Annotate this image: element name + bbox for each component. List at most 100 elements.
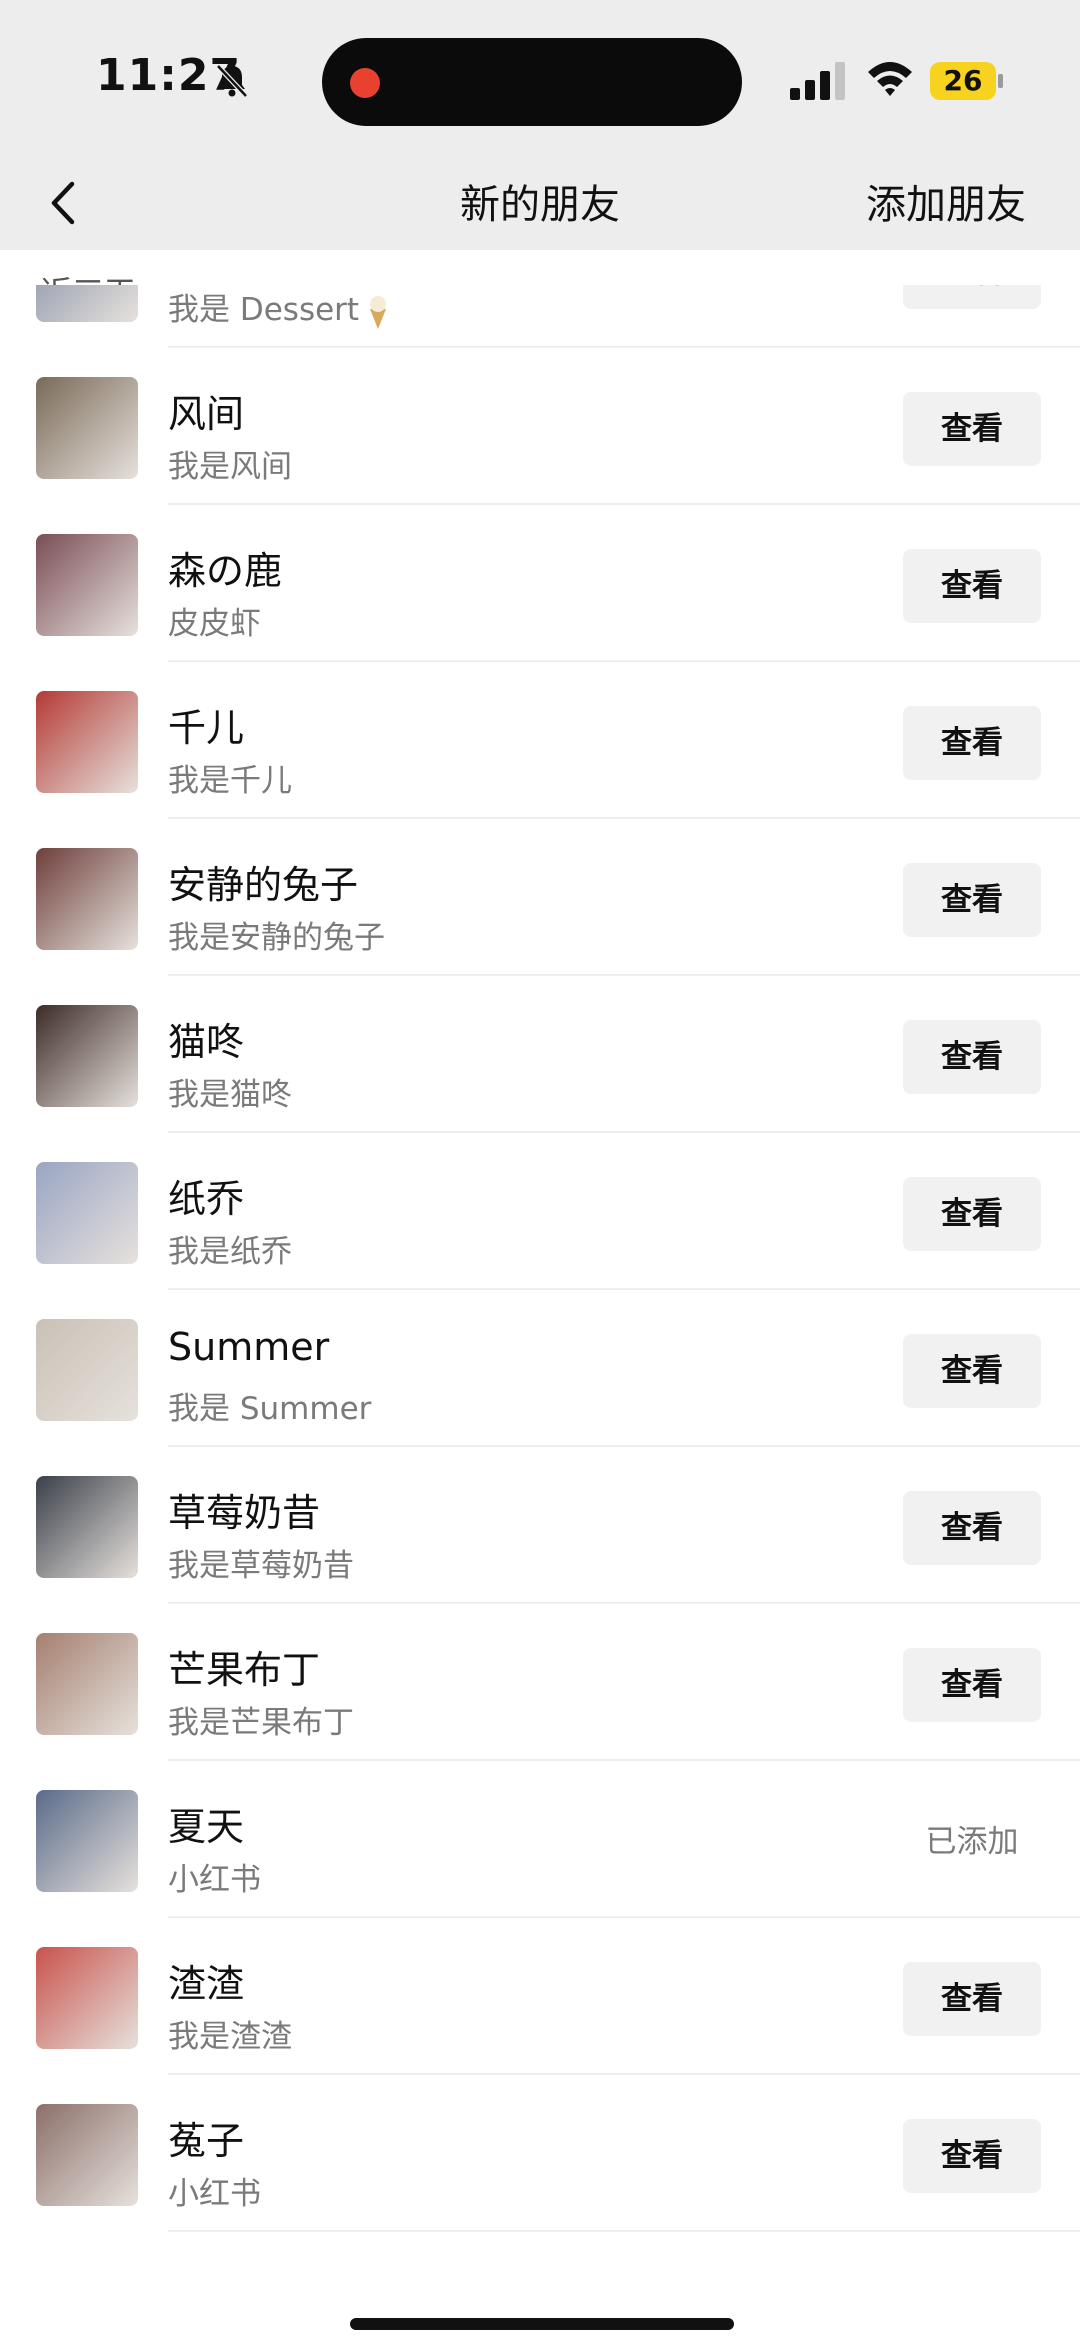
friend-name: 千儿 bbox=[168, 697, 244, 752]
list-item[interactable]: 菟子小红书 查看 bbox=[0, 2075, 1080, 2232]
dynamic-island bbox=[322, 38, 742, 126]
battery-level: 26 bbox=[930, 62, 996, 100]
friend-name-text: 草莓奶昔 bbox=[168, 1491, 321, 1535]
friend-subtitle: 我是芒果布丁 bbox=[168, 1697, 354, 1742]
friend-subtitle-text: 我是 Dessert bbox=[168, 292, 360, 328]
view-button[interactable]: 查看 bbox=[903, 1177, 1041, 1251]
added-status-label: 已添加 bbox=[925, 1824, 1019, 1860]
avatar[interactable] bbox=[36, 691, 138, 793]
list-item[interactable]: 芒果布丁我是芒果布丁 查看 bbox=[0, 1604, 1080, 1761]
cellular-signal-icon bbox=[790, 62, 845, 100]
friend-subtitle: 小红书 bbox=[168, 1854, 261, 1899]
home-indicator bbox=[350, 2318, 734, 2330]
avatar[interactable] bbox=[36, 377, 138, 479]
friend-name-text: 渣渣 bbox=[168, 1962, 245, 2006]
friend-name: 夏天 bbox=[168, 1796, 244, 1851]
friend-subtitle: 皮皮虾 bbox=[168, 598, 261, 643]
row-divider bbox=[168, 2230, 1080, 2232]
avatar[interactable] bbox=[36, 1005, 138, 1107]
friend-subtitle-text: 我是芒果布丁 bbox=[168, 1705, 354, 1741]
friend-name: 芒果布丁 bbox=[168, 1639, 320, 1694]
friend-subtitle: 我是风间 bbox=[168, 441, 292, 486]
friend-name-text: 芒果布丁 bbox=[168, 1648, 321, 1692]
friend-name-text: 安静的兔子 bbox=[168, 863, 359, 907]
friend-subtitle: 我是草莓奶昔 bbox=[168, 1540, 354, 1585]
view-button[interactable]: 查看 bbox=[903, 1491, 1041, 1565]
list-item[interactable]: 安静的兔子我是安静的兔子 查看 bbox=[0, 819, 1080, 976]
friend-name: 纸乔 bbox=[168, 1168, 244, 1223]
view-button[interactable]: 查看 bbox=[903, 2119, 1041, 2193]
friend-subtitle: 小红书 bbox=[168, 2168, 261, 2213]
avatar[interactable] bbox=[36, 848, 138, 950]
friend-subtitle-text: 我是 Summer bbox=[168, 1391, 372, 1427]
view-button[interactable]: 查看 bbox=[903, 1962, 1041, 2036]
view-button[interactable]: 查看 bbox=[903, 285, 1041, 309]
friend-subtitle-text: 小红书 bbox=[168, 2176, 261, 2212]
list-item[interactable]: Dessert我是 Dessert查看 bbox=[0, 285, 1080, 348]
view-button[interactable]: 查看 bbox=[903, 1334, 1041, 1408]
avatar[interactable] bbox=[36, 1790, 138, 1892]
friend-subtitle-text: 我是草莓奶昔 bbox=[168, 1548, 354, 1584]
friend-subtitle-text: 我是千儿 bbox=[168, 763, 292, 799]
avatar[interactable] bbox=[36, 534, 138, 636]
battery-cap bbox=[998, 74, 1003, 88]
list-item[interactable]: 渣渣我是渣渣 查看 bbox=[0, 1918, 1080, 2075]
friend-name-text: 千儿 bbox=[168, 706, 245, 750]
recording-dot-icon bbox=[350, 68, 380, 98]
bell-muted-icon bbox=[216, 64, 248, 98]
friend-name-text: 风间 bbox=[168, 392, 245, 436]
friend-subtitle: 我是 Summer bbox=[168, 1383, 371, 1428]
list-item[interactable]: 草莓奶昔我是草莓奶昔 查看 bbox=[0, 1447, 1080, 1604]
list-item[interactable]: 森の鹿 皮皮虾 查看 bbox=[0, 505, 1080, 662]
view-button[interactable]: 查看 bbox=[903, 1648, 1041, 1722]
avatar[interactable] bbox=[36, 2104, 138, 2206]
navigation-bar: 新的朋友 添加朋友 bbox=[0, 160, 1080, 250]
list-item[interactable]: 猫咚我是猫咚 查看 bbox=[0, 976, 1080, 1133]
list-item[interactable]: 夏天小红书 已添加 bbox=[0, 1761, 1080, 1918]
friend-name-text: 夏天 bbox=[168, 1805, 245, 1849]
friend-subtitle-text: 小红书 bbox=[168, 1862, 261, 1898]
list-item[interactable]: 千儿我是千儿 查看 bbox=[0, 662, 1080, 819]
view-button[interactable]: 查看 bbox=[903, 1020, 1041, 1094]
friend-name-text: 猫咚 bbox=[168, 1020, 245, 1064]
friend-name-text: Summer bbox=[168, 1325, 330, 1369]
list-item[interactable]: Summer 我是 Summer 查看 bbox=[0, 1290, 1080, 1447]
friend-name: 安静的兔子 bbox=[168, 854, 358, 909]
ice-cream-icon bbox=[370, 295, 387, 329]
list-item[interactable]: 风间我是风间 查看 bbox=[0, 348, 1080, 505]
friend-name-text: 纸乔 bbox=[168, 1177, 245, 1221]
friend-subtitle-text: 我是风间 bbox=[168, 449, 292, 485]
friend-name-text: 菟子 bbox=[168, 2119, 245, 2163]
status-bar: 11:27 26 bbox=[0, 0, 1080, 160]
friend-subtitle: 我是安静的兔子 bbox=[168, 912, 385, 957]
friend-subtitle: 我是 Dessert bbox=[168, 285, 391, 330]
avatar[interactable] bbox=[36, 1947, 138, 2049]
friend-subtitle-text: 我是安静的兔子 bbox=[168, 920, 385, 956]
friend-subtitle: 我是渣渣 bbox=[168, 2011, 292, 2056]
friend-name: 菟子 bbox=[168, 2110, 244, 2165]
wifi-icon bbox=[868, 62, 912, 96]
battery-icon: 26 bbox=[930, 62, 1004, 100]
list-item[interactable]: 纸乔我是纸乔 查看 bbox=[0, 1133, 1080, 1290]
view-button[interactable]: 查看 bbox=[903, 863, 1041, 937]
add-friend-button[interactable]: 添加朋友 bbox=[866, 172, 1026, 230]
friend-name: 风间 bbox=[168, 383, 244, 438]
friend-subtitle: 我是千儿 bbox=[168, 755, 292, 800]
avatar[interactable] bbox=[36, 1476, 138, 1578]
friend-subtitle-text: 我是渣渣 bbox=[168, 2019, 292, 2055]
avatar[interactable] bbox=[36, 285, 138, 322]
avatar[interactable] bbox=[36, 1633, 138, 1735]
friend-subtitle: 我是猫咚 bbox=[168, 1069, 292, 1114]
friend-name: 渣渣 bbox=[168, 1953, 244, 2008]
avatar[interactable] bbox=[36, 1162, 138, 1264]
view-button[interactable]: 查看 bbox=[903, 392, 1041, 466]
view-button[interactable]: 查看 bbox=[903, 706, 1041, 780]
friend-name: 草莓奶昔 bbox=[168, 1482, 320, 1537]
view-button[interactable]: 查看 bbox=[903, 549, 1041, 623]
friend-subtitle: 我是纸乔 bbox=[168, 1226, 292, 1271]
friend-subtitle-text: 我是纸乔 bbox=[168, 1234, 292, 1270]
friend-name: 森の鹿 bbox=[168, 540, 282, 595]
friend-name: 猫咚 bbox=[168, 1011, 244, 1066]
avatar[interactable] bbox=[36, 1319, 138, 1421]
friend-name: Summer bbox=[168, 1325, 329, 1369]
